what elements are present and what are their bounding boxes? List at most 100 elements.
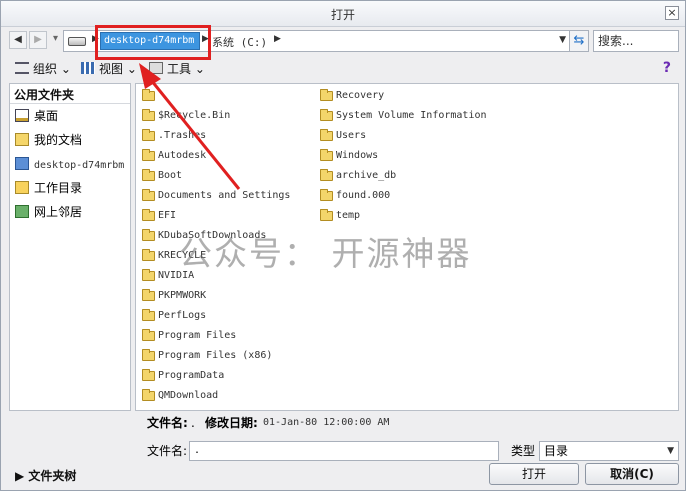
file-name: NVIDIA [158,270,195,281]
folder-icon [142,149,155,161]
refresh-button[interactable]: ⇆ [569,30,589,52]
file-type-select[interactable]: 目录 ▼ [539,441,679,461]
folder-icon [320,169,333,181]
list-item[interactable]: ProgramData [142,366,290,386]
details-modified-label: 修改日期: [205,416,258,430]
chevron-right-icon[interactable]: ▶ [274,34,281,44]
dialog-footer: ▶ 文件夹树 打开 取消(C) [1,461,685,491]
file-name: PerfLogs [158,310,207,321]
folder-icon [320,209,333,221]
folder-icon [142,289,155,301]
list-item[interactable]: NVIDIA [142,266,290,286]
breadcrumb-computer[interactable]: desktop-d74mrbm [100,32,200,50]
list-item[interactable]: .Trashes [142,126,290,146]
list-item[interactable]: Documents and Settings [142,186,290,206]
address-bar[interactable]: ▶ desktop-d74mrbm ▶ 系统 (C:) ▶ ▼ [63,30,571,52]
cancel-button[interactable]: 取消(C) [585,463,679,485]
view-menu[interactable]: 视图 ⌄ [81,60,137,78]
list-item[interactable]: $Recycle.Bin [142,106,290,126]
folder-icon [142,349,155,361]
folder-icon [142,389,155,401]
file-name: Program Files (x86) [158,350,273,361]
documents-icon [15,133,29,146]
view-label: 视图 [99,62,124,76]
filename-label: 文件名: [147,444,188,458]
tools-menu[interactable]: 工具 ⌄ [149,60,205,78]
folder-icon [142,109,155,121]
folder-tree-toggle[interactable]: ▶ 文件夹树 [15,467,76,484]
folder-icon [320,189,333,201]
file-name: ProgramData [158,370,225,381]
list-item[interactable] [142,86,290,106]
chevron-down-icon: ⌄ [194,62,205,76]
list-item[interactable]: archive_db [320,166,487,186]
list-item[interactable]: PerfLogs [142,306,290,326]
address-dropdown-icon[interactable]: ▼ [559,35,566,45]
sidebar-item-desktop[interactable]: 桌面 [10,104,130,128]
details-filename-value: . [191,416,195,430]
drive-icon [68,37,86,46]
list-item[interactable]: Windows [320,146,487,166]
chevron-down-icon: ▼ [667,446,674,456]
folder-icon [320,149,333,161]
folder-icon [320,109,333,121]
folder-icon [142,309,155,321]
sidebar-item-network[interactable]: 网上邻居 [10,200,130,224]
file-name: Users [336,130,367,141]
file-name: KDubaSoftDownloads [158,230,267,241]
folder-icon [320,129,333,141]
list-item[interactable]: Boot [142,166,290,186]
sidebar-item-work-dir[interactable]: 工作目录 [10,176,130,200]
folder-icon [142,129,155,141]
file-list[interactable]: $Recycle.Bin .Trashes Autodesk Boot Docu… [135,83,679,411]
organize-menu[interactable]: 组织 ⌄ [15,60,71,78]
chevron-right-icon[interactable]: ▶ [202,34,209,44]
details-bar: 文件名: 修改日期: 01-Jan-80 12:00:00 AM . [135,413,679,433]
search-input[interactable]: 搜索... [593,30,679,52]
breadcrumb-drive-c[interactable]: 系统 (C:) [212,34,267,50]
file-name: temp [336,210,361,221]
list-item[interactable]: KRECYCLE [142,246,290,266]
triangle-right-icon: ▶ [15,469,29,483]
history-dropdown-icon[interactable]: ▾ [53,33,58,44]
tools-icon [149,62,163,74]
close-button[interactable]: × [665,6,679,20]
forward-button[interactable]: ▶ [29,31,47,49]
network-icon [15,205,29,218]
folder-icon [142,329,155,341]
file-name: KRECYCLE [158,250,207,261]
open-button[interactable]: 打开 [489,463,579,485]
list-item[interactable]: Program Files [142,326,290,346]
list-item[interactable]: Users [320,126,487,146]
folder-icon [142,89,155,101]
list-item[interactable]: QMDownload [142,386,290,406]
list-item[interactable]: Autodesk [142,146,290,166]
title-bar[interactable]: 打开 × [1,1,685,27]
back-button[interactable]: ◀ [9,31,27,49]
sidebar-item-label: desktop-d74mrbm [34,160,125,171]
filename-input[interactable]: . [189,441,499,461]
list-item[interactable]: KDubaSoftDownloads [142,226,290,246]
type-label: 类型 [511,444,536,458]
folder-icon [142,229,155,241]
desktop-icon [15,109,29,122]
organize-label: 组织 [33,62,58,76]
chevron-right-icon[interactable]: ▶ [92,34,99,44]
list-item[interactable]: Recovery [320,86,487,106]
sidebar-item-documents[interactable]: 我的文档 [10,128,130,152]
sidebar-item-computer[interactable]: desktop-d74mrbm [10,152,130,176]
chevron-down-icon: ⌄ [60,62,71,76]
list-item[interactable]: found.000 [320,186,487,206]
folder-icon [142,269,155,281]
file-name: Windows [336,150,379,161]
view-grid-icon [81,62,95,74]
list-item[interactable]: System Volume Information [320,106,487,126]
file-column-a: $Recycle.Bin .Trashes Autodesk Boot Docu… [142,86,290,406]
file-name: System Volume Information [336,110,487,121]
list-item[interactable]: PKPMWORK [142,286,290,306]
help-icon[interactable]: ? [663,60,671,76]
list-item[interactable]: EFI [142,206,290,226]
list-item[interactable]: Program Files (x86) [142,346,290,366]
file-column-b: Recovery System Volume Information Users… [320,86,487,226]
list-item[interactable]: temp [320,206,487,226]
